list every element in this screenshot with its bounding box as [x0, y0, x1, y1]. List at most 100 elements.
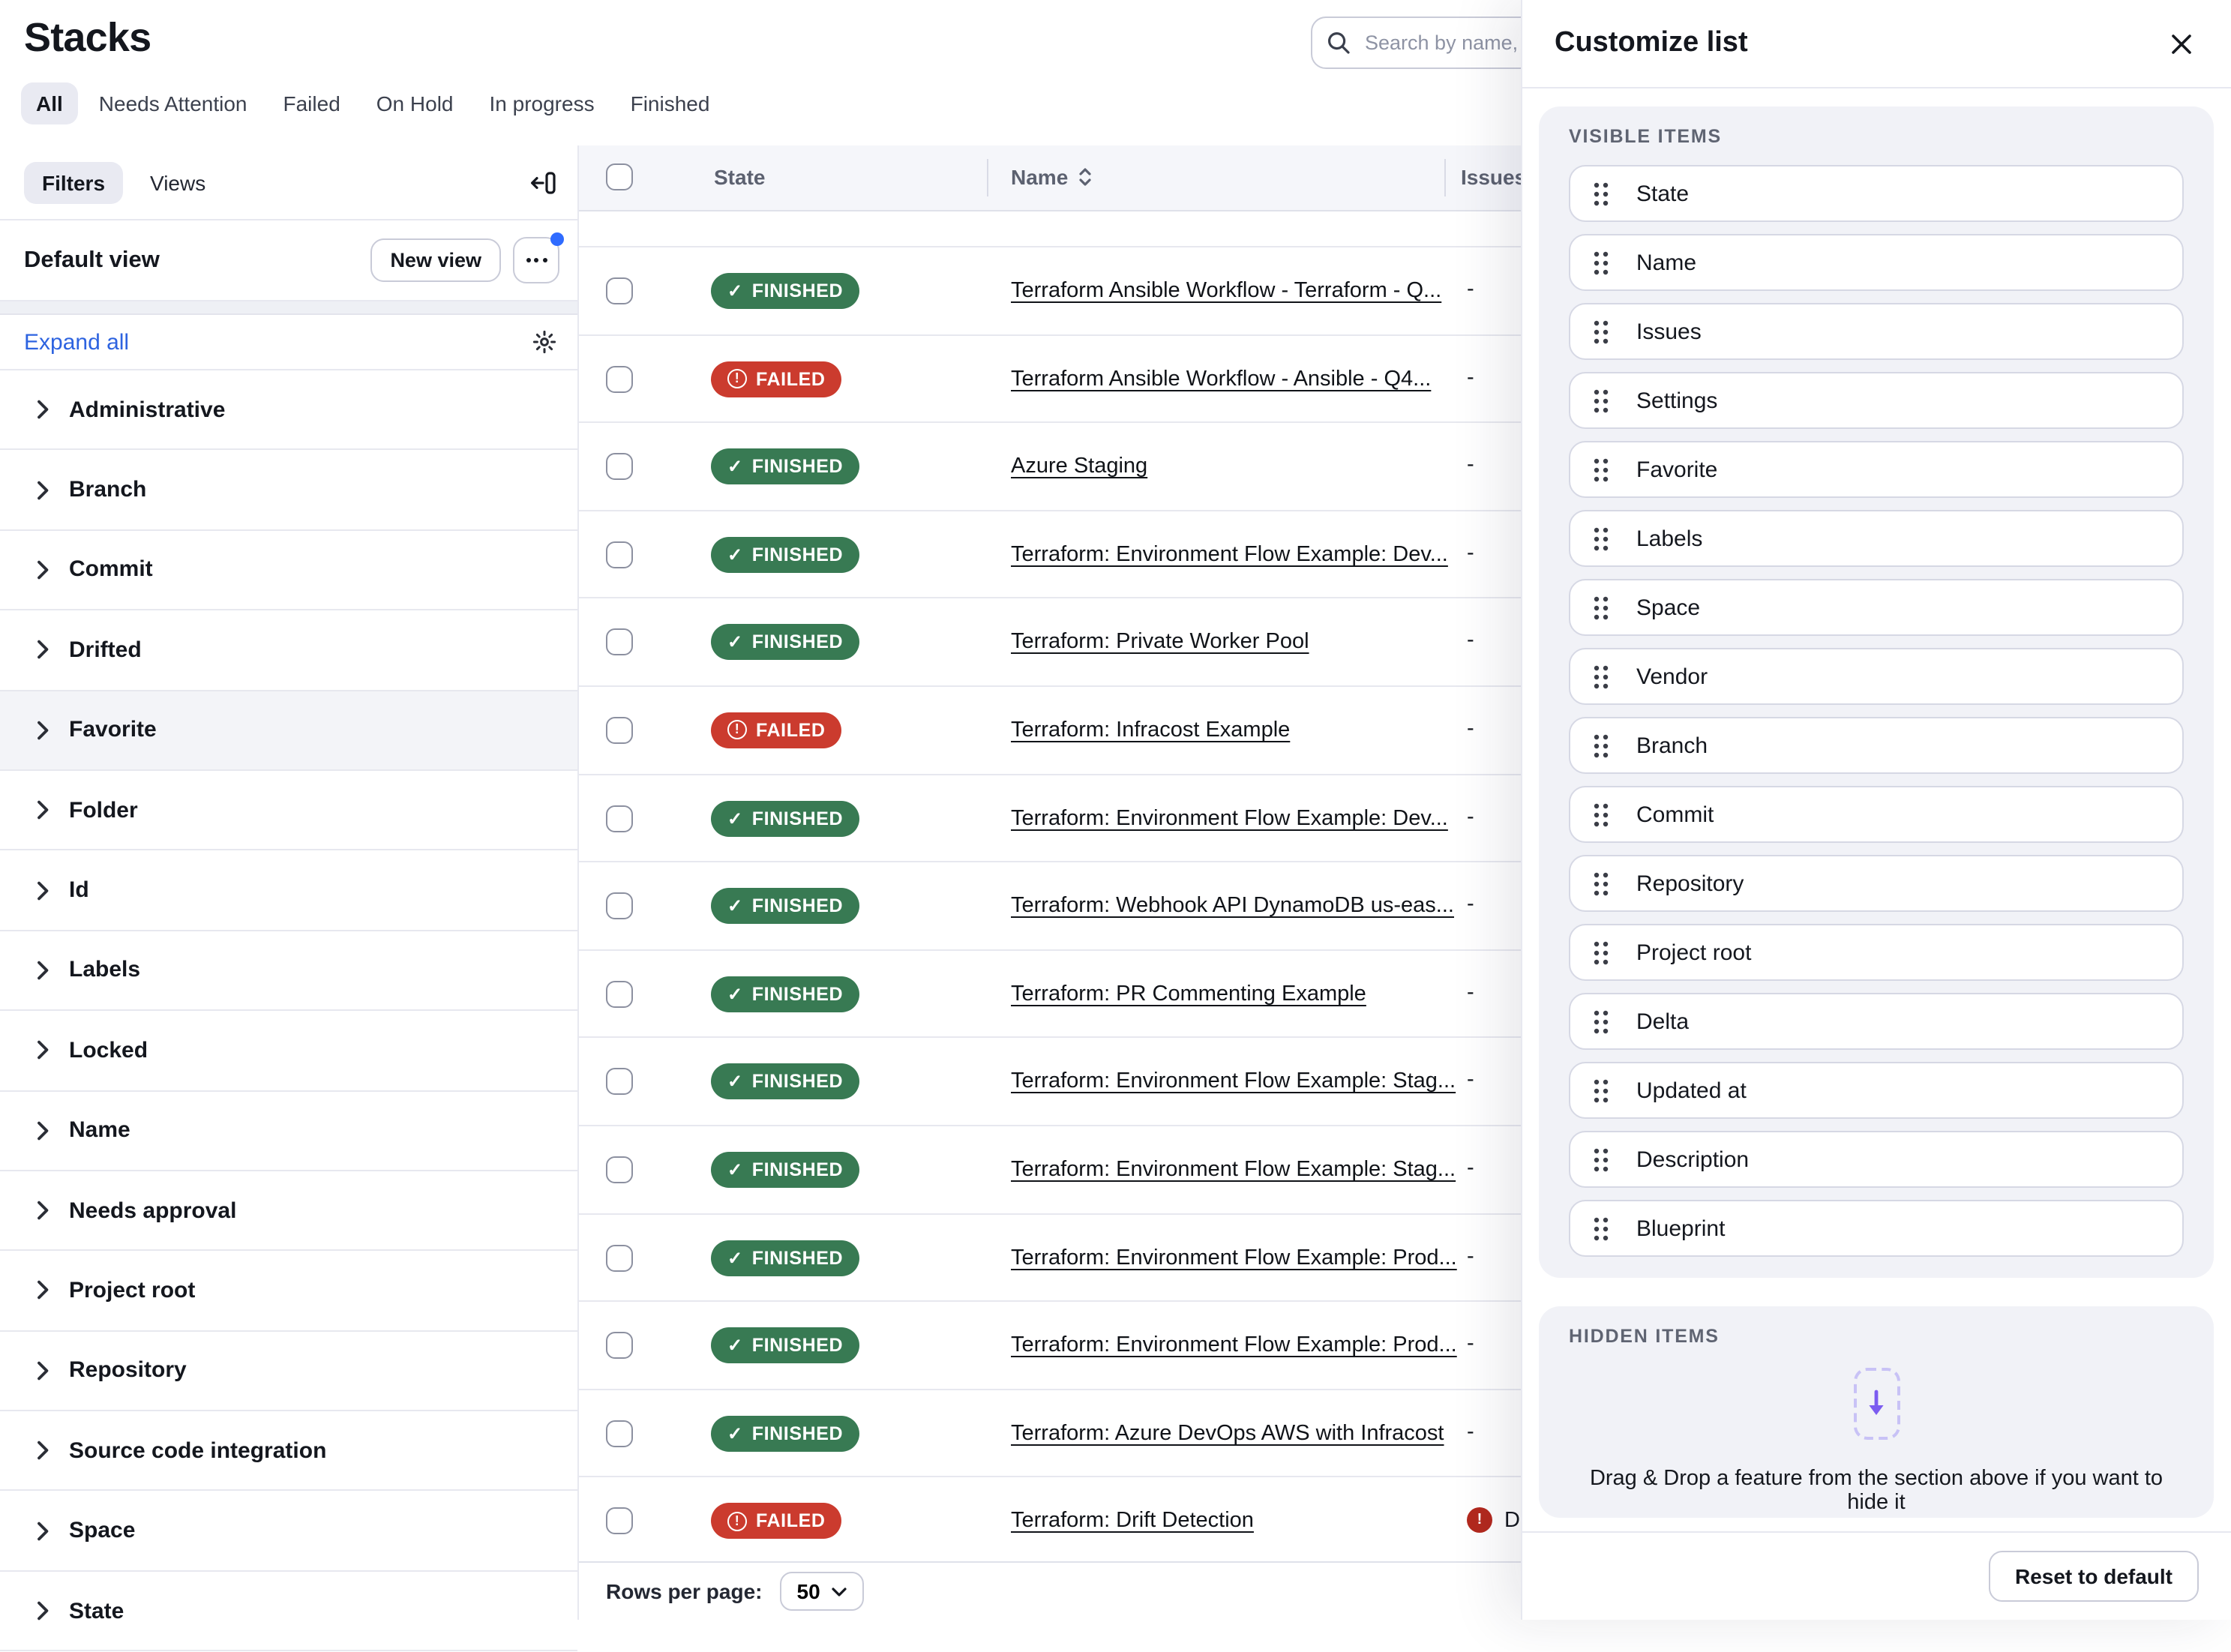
drag-handle-icon[interactable] [1593, 319, 1609, 344]
row-checkbox[interactable] [606, 453, 633, 480]
row-checkbox[interactable] [606, 1420, 633, 1447]
filter-category-branch[interactable]: Branch [0, 451, 577, 531]
filter-category-space[interactable]: Space [0, 1492, 577, 1572]
filter-category-drifted[interactable]: Drifted [0, 610, 577, 691]
row-checkbox[interactable] [606, 1156, 633, 1183]
view-more-button[interactable] [513, 237, 559, 283]
drag-handle-icon[interactable] [1593, 388, 1609, 413]
alert-circle-icon: ! [727, 369, 747, 388]
filter-category-administrative[interactable]: Administrative [0, 370, 577, 451]
row-checkbox[interactable] [606, 805, 633, 832]
tab-in-progress[interactable]: In progress [475, 82, 610, 124]
stack-name-link[interactable]: Terraform: Private Worker Pool [1011, 631, 1309, 655]
row-checkbox[interactable] [606, 1332, 633, 1359]
rows-per-page-select[interactable]: 50 [781, 1572, 864, 1611]
filter-category-favorite[interactable]: Favorite [0, 691, 577, 771]
tab-on-hold[interactable]: On Hold [361, 82, 469, 124]
visible-item-commit[interactable]: Commit [1569, 786, 2184, 843]
drag-handle-icon[interactable] [1593, 871, 1609, 896]
drag-handle-icon[interactable] [1593, 1147, 1609, 1172]
stack-name-link[interactable]: Terraform: Webhook API DynamoDB us-eas..… [1011, 894, 1454, 918]
tab-all[interactable]: All [21, 82, 78, 124]
stack-name-link[interactable]: Terraform: Environment Flow Example: Pro… [1011, 1333, 1457, 1357]
filter-category-needs-approval[interactable]: Needs approval [0, 1171, 577, 1252]
tab-filters[interactable]: Filters [24, 161, 123, 203]
drag-handle-icon[interactable] [1593, 1216, 1609, 1241]
drag-handle-icon[interactable] [1593, 1078, 1609, 1103]
filter-category-locked[interactable]: Locked [0, 1011, 577, 1091]
row-checkbox[interactable] [606, 892, 633, 919]
drag-handle-icon[interactable] [1593, 526, 1609, 551]
drag-handle-icon[interactable] [1593, 802, 1609, 827]
row-checkbox[interactable] [606, 541, 633, 568]
filter-category-folder[interactable]: Folder [0, 771, 577, 851]
stack-name-link[interactable]: Terraform: PR Commenting Example [1011, 982, 1366, 1006]
row-checkbox[interactable] [606, 277, 633, 304]
stack-name-link[interactable]: Terraform: Azure DevOps AWS with Infraco… [1011, 1421, 1444, 1445]
close-icon[interactable] [2164, 26, 2198, 61]
filter-settings-gear-icon[interactable] [532, 330, 556, 354]
filter-category-repository[interactable]: Repository [0, 1331, 577, 1411]
tab-finished[interactable]: Finished [616, 82, 725, 124]
collapse-sidebar-icon[interactable] [529, 170, 556, 194]
stack-name-link[interactable]: Terraform Ansible Workflow - Terraform -… [1011, 279, 1441, 303]
new-view-button[interactable]: New view [370, 238, 501, 282]
stack-name-link[interactable]: Terraform: Drift Detection [1011, 1510, 1254, 1534]
filter-category-state[interactable]: State [0, 1572, 577, 1652]
filter-category-labels[interactable]: Labels [0, 931, 577, 1011]
drag-handle-icon[interactable] [1593, 181, 1609, 206]
drag-handle-icon[interactable] [1593, 940, 1609, 965]
drag-handle-icon[interactable] [1593, 1009, 1609, 1034]
filter-category-source-code-integration[interactable]: Source code integration [0, 1411, 577, 1492]
filter-category-commit[interactable]: Commit [0, 531, 577, 611]
drop-target[interactable] [1853, 1368, 1900, 1440]
stack-name-link[interactable]: Terraform Ansible Workflow - Ansible - Q… [1011, 367, 1431, 391]
drag-handle-icon[interactable] [1593, 664, 1609, 689]
select-all-checkbox[interactable] [606, 163, 633, 190]
visible-item-space[interactable]: Space [1569, 579, 2184, 636]
drag-handle-icon[interactable] [1593, 250, 1609, 275]
expand-all-link[interactable]: Expand all [24, 329, 129, 355]
filter-category-id[interactable]: Id [0, 851, 577, 931]
row-checkbox[interactable] [606, 629, 633, 656]
stack-name-link[interactable]: Terraform: Environment Flow Example: Dev… [1011, 806, 1448, 830]
row-checkbox[interactable] [606, 717, 633, 744]
visible-item-branch[interactable]: Branch [1569, 717, 2184, 774]
panel-header: Customize list [1522, 0, 2231, 88]
visible-item-labels[interactable]: Labels [1569, 510, 2184, 567]
drag-handle-icon[interactable] [1593, 595, 1609, 620]
row-checkbox[interactable] [606, 1069, 633, 1096]
visible-item-delta[interactable]: Delta [1569, 993, 2184, 1050]
tab-failed[interactable]: Failed [268, 82, 355, 124]
reset-to-default-button[interactable]: Reset to default [1990, 1551, 2198, 1602]
filter-category-name[interactable]: Name [0, 1091, 577, 1171]
column-header-name[interactable]: Name [1011, 165, 1092, 189]
drag-handle-icon[interactable] [1593, 457, 1609, 482]
visible-item-name[interactable]: Name [1569, 234, 2184, 291]
visible-item-project-root[interactable]: Project root [1569, 924, 2184, 981]
visible-item-issues[interactable]: Issues [1569, 303, 2184, 360]
visible-item-updated-at[interactable]: Updated at [1569, 1062, 2184, 1119]
row-checkbox[interactable] [606, 365, 633, 392]
stack-name-link[interactable]: Azure Staging [1011, 454, 1147, 478]
row-checkbox[interactable] [606, 981, 633, 1008]
visible-item-blueprint[interactable]: Blueprint [1569, 1200, 2184, 1257]
tab-needs-attention[interactable]: Needs Attention [84, 82, 262, 124]
filter-category-project-root[interactable]: Project root [0, 1252, 577, 1332]
issues-cell: - [1467, 717, 1474, 741]
drag-handle-icon[interactable] [1593, 733, 1609, 758]
stack-name-link[interactable]: Terraform: Environment Flow Example: Sta… [1011, 1158, 1456, 1182]
visible-item-favorite[interactable]: Favorite [1569, 441, 2184, 498]
stack-name-link[interactable]: Terraform: Environment Flow Example: Sta… [1011, 1070, 1456, 1094]
stack-name-link[interactable]: Terraform: Environment Flow Example: Pro… [1011, 1246, 1457, 1270]
visible-item-description[interactable]: Description [1569, 1131, 2184, 1188]
visible-item-vendor[interactable]: Vendor [1569, 648, 2184, 705]
row-checkbox[interactable] [606, 1508, 633, 1535]
stack-name-link[interactable]: Terraform: Infracost Example [1011, 718, 1290, 742]
row-checkbox[interactable] [606, 1244, 633, 1271]
tab-views[interactable]: Views [150, 170, 205, 194]
visible-item-settings[interactable]: Settings [1569, 372, 2184, 429]
stack-name-link[interactable]: Terraform: Environment Flow Example: Dev… [1011, 543, 1448, 567]
visible-item-repository[interactable]: Repository [1569, 855, 2184, 912]
visible-item-state[interactable]: State [1569, 165, 2184, 222]
